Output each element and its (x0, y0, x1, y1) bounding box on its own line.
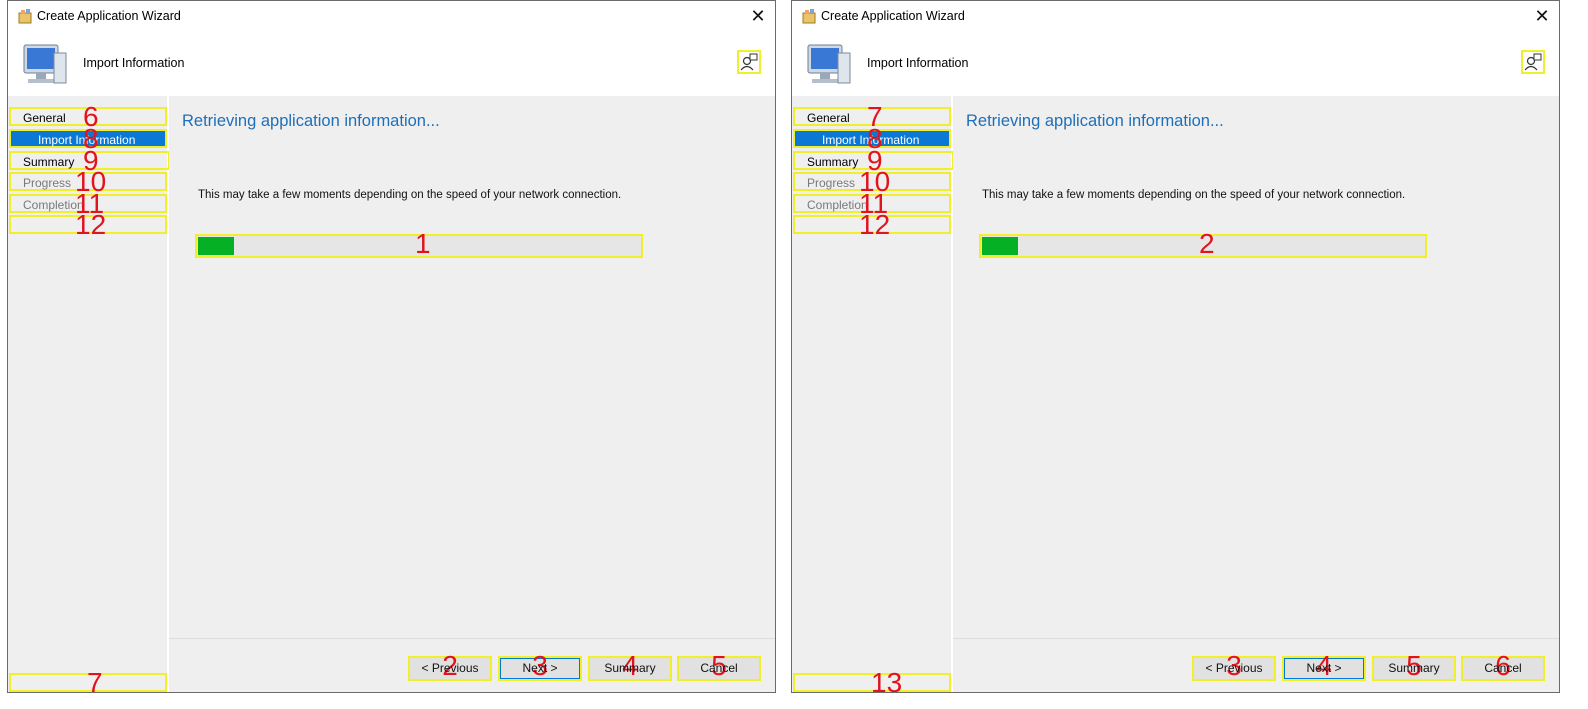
cancel-button[interactable]: Cancel 6 (1461, 652, 1545, 681)
close-icon[interactable]: ✕ (1525, 1, 1559, 32)
cancel-button-label: Cancel (700, 661, 738, 675)
cancel-button-label: Cancel (1484, 661, 1522, 675)
annotation-number: 9 (867, 145, 883, 176)
wizard-app-icon (18, 9, 32, 24)
summary-button-label: Summary (1388, 661, 1440, 675)
nav-item-label: General (23, 111, 66, 125)
nav-item-progress[interactable]: Progress 10 (793, 168, 951, 196)
info-text: This may take a few moments depending on… (982, 189, 1406, 201)
nav-item-general[interactable]: General 6 (9, 103, 167, 131)
title-bar: Create Application Wizard ✕ (8, 1, 775, 32)
nav-item-import-information[interactable]: Import Information 8 (9, 125, 167, 153)
previous-button[interactable]: < Previous 3 (1192, 652, 1276, 681)
nav-item-general[interactable]: General 7 (793, 103, 951, 131)
next-button-label: Next > (1306, 661, 1342, 675)
nav-item-empty[interactable]: 12 (793, 211, 951, 239)
next-button-label: Next > (522, 661, 558, 675)
progress-bar: 2 (979, 230, 1427, 258)
annotation-number: 2 (1199, 228, 1215, 259)
summary-button[interactable]: Summary 5 (1372, 652, 1456, 681)
wizard-header: Import Information (792, 32, 1559, 96)
annotation-number: 12 (75, 209, 107, 240)
window-title: Create Application Wizard (821, 9, 965, 23)
annotation-number: 10 (75, 166, 107, 197)
button-divider (953, 638, 1559, 639)
content-title: Retrieving application information... (966, 112, 1224, 130)
annotation-number: 1 (415, 228, 431, 259)
wizard-nav: General 7 Import Information 8 Summary 9 Progr… (792, 96, 954, 692)
nav-item-label: Completion (23, 198, 84, 212)
nav-item-summary[interactable]: Summary 9 (793, 147, 954, 175)
progress-bar: 1 (195, 230, 643, 258)
nav-item-import-information[interactable]: Import Information 8 (793, 125, 951, 153)
wizard-window: Create Application Wizard ✕ Import Infor… (791, 0, 1560, 693)
computer-icon (807, 44, 851, 84)
annotation-number: 7 (87, 667, 103, 693)
annotation-number: 12 (859, 209, 891, 240)
content-title: Retrieving application information... (182, 112, 440, 130)
nav-item-label: Summary (23, 155, 75, 169)
title-bar: Create Application Wizard ✕ (792, 1, 1559, 32)
nav-bottom-area: 13 (793, 669, 951, 692)
nav-item-summary[interactable]: Summary 9 (9, 147, 170, 175)
next-button[interactable]: Next >4 (1282, 652, 1366, 681)
wizard-content: Retrieving application information... Th… (953, 96, 1559, 692)
previous-button[interactable]: < Previous 2 (408, 652, 492, 681)
nav-item-label: Summary (807, 155, 859, 169)
progress-fill (198, 237, 234, 255)
summary-button[interactable]: Summary 4 (588, 652, 672, 681)
nav-item-empty[interactable]: 12 (9, 211, 167, 239)
info-text: This may take a few moments depending on… (198, 189, 622, 201)
wizard-app-icon (802, 9, 816, 24)
annotation-number: 10 (859, 166, 891, 197)
nav-bottom-area: 7 (9, 669, 167, 692)
wizard-header: Import Information (8, 32, 775, 96)
page-title: Import Information (867, 56, 969, 70)
previous-button-label: < Previous (1205, 661, 1263, 675)
progress-fill (982, 237, 1018, 255)
wizard-window: Create Application Wizard ✕ Import Infor… (7, 0, 776, 693)
annotation-number: 9 (83, 145, 99, 176)
close-icon[interactable]: ✕ (741, 1, 775, 32)
button-divider (169, 638, 775, 639)
annotation-number: 7 (867, 101, 883, 132)
window-title: Create Application Wizard (37, 9, 181, 23)
annotation-number: 13 (871, 667, 903, 693)
nav-item-label: Progress (807, 176, 856, 190)
nav-item-label: Import Information (38, 133, 136, 147)
cancel-button[interactable]: Cancel 5 (677, 652, 761, 681)
nav-item-completion[interactable]: Completion 11 (793, 190, 951, 218)
nav-item-progress[interactable]: Progress 10 (9, 168, 167, 196)
help-person-icon[interactable] (1521, 50, 1545, 74)
help-person-icon[interactable] (737, 50, 761, 74)
nav-item-label: Import Information (822, 133, 920, 147)
nav-item-label: Completion (807, 198, 868, 212)
next-button[interactable]: Next >3 (498, 652, 582, 681)
wizard-nav: General 6 Import Information 8 Summary 9 Progr… (8, 96, 170, 692)
nav-item-completion[interactable]: Completion 11 (9, 190, 167, 218)
previous-button-label: < Previous (421, 661, 479, 675)
wizard-content: Retrieving application information... Th… (169, 96, 775, 692)
nav-item-label: Progress (23, 176, 72, 190)
summary-button-label: Summary (604, 661, 656, 675)
annotation-number: 6 (83, 101, 99, 132)
page-title: Import Information (83, 56, 185, 70)
nav-item-label: General (807, 111, 850, 125)
computer-icon (23, 44, 67, 84)
